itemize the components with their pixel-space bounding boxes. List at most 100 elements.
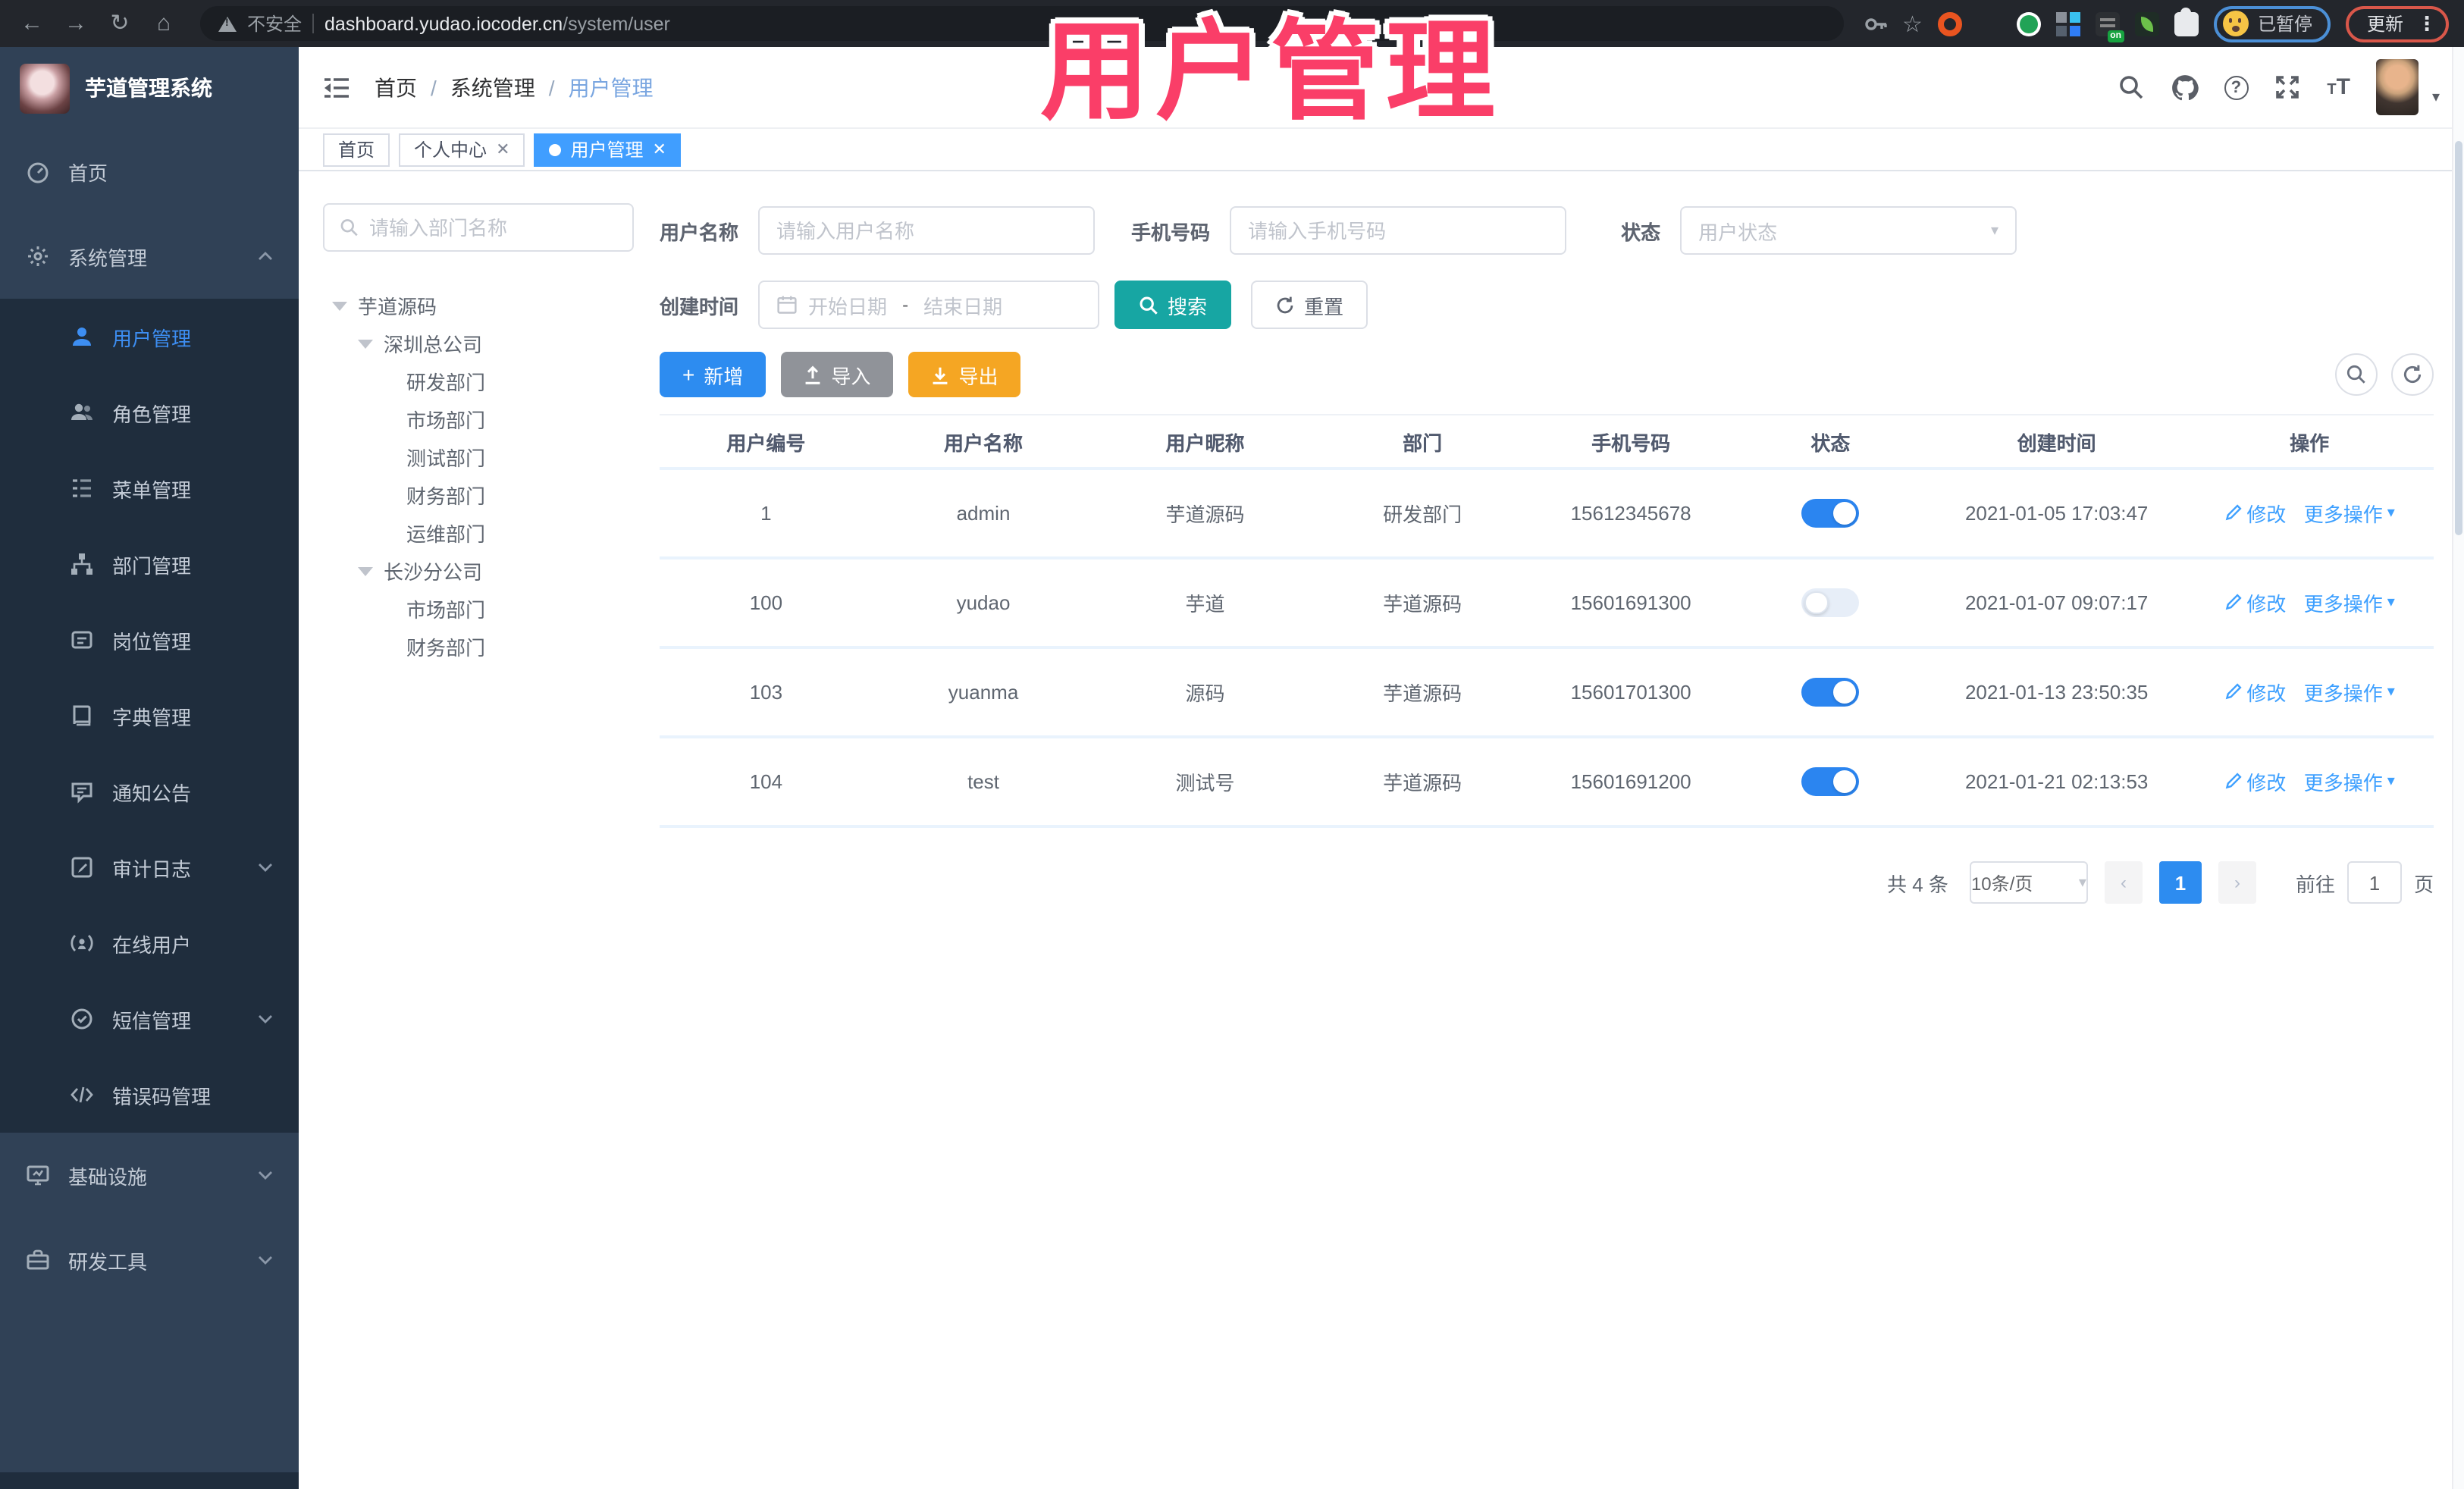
tree-node[interactable]: 财务部门 <box>323 476 634 514</box>
extension-icon-grid[interactable] <box>2055 11 2080 36</box>
sidebar-item-post-mgmt[interactable]: 岗位管理 <box>0 602 299 678</box>
status-toggle[interactable] <box>1801 678 1860 707</box>
sidebar-item-audit-log[interactable]: 审计日志 <box>0 829 299 905</box>
status-toggle[interactable] <box>1801 767 1860 796</box>
chrome-update-button[interactable]: 更新 ⋮ <box>2345 5 2449 42</box>
extension-icon-green[interactable] <box>2016 11 2041 36</box>
dept-search-box[interactable] <box>323 203 634 252</box>
more-actions-link[interactable]: 更多操作 ▾ <box>2304 589 2395 618</box>
page-scrollbar[interactable] <box>2452 47 2464 1489</box>
online-user-icon <box>70 931 94 955</box>
tree-caret-icon[interactable] <box>358 566 373 575</box>
tree-node[interactable]: 测试部门 <box>323 438 634 476</box>
username-input[interactable] <box>776 219 1077 242</box>
tab-home[interactable]: 首页 <box>323 133 390 166</box>
import-button[interactable]: 导入 <box>781 352 894 397</box>
reload-icon[interactable]: ↻ <box>103 12 136 35</box>
help-icon[interactable]: ? <box>2224 75 2249 99</box>
tree-node[interactable]: 深圳总公司 <box>323 324 634 362</box>
sidebar-item-role-mgmt[interactable]: 角色管理 <box>0 375 299 450</box>
sidebar-item-user-mgmt[interactable]: 用户管理 <box>0 299 299 375</box>
sidebar-item-home[interactable]: 首页 <box>0 129 299 214</box>
tree-caret-icon[interactable] <box>332 301 347 310</box>
sidebar-item-dict-mgmt[interactable]: 字典管理 <box>0 678 299 754</box>
paused-profile-chip[interactable]: 已暂停 <box>2213 5 2331 42</box>
goto-page-input[interactable] <box>2346 861 2402 904</box>
edit-link[interactable]: 修改 <box>2224 499 2286 528</box>
refresh-table-button[interactable] <box>2391 353 2434 396</box>
home-icon[interactable]: ⌂ <box>147 12 180 35</box>
bookmark-star-icon[interactable]: ☆ <box>1902 10 1923 37</box>
add-button[interactable]: + 新增 <box>660 352 766 397</box>
password-key-icon[interactable] <box>1863 11 1887 36</box>
tree-node[interactable]: 研发部门 <box>323 362 634 400</box>
edit-link[interactable]: 修改 <box>2224 678 2286 707</box>
tree-node[interactable]: 芋道源码 <box>323 287 634 324</box>
forward-icon[interactable]: → <box>59 12 92 35</box>
edit-link[interactable]: 修改 <box>2224 588 2286 617</box>
browser-menu-icon[interactable]: ⋮ <box>2417 11 2437 36</box>
sidebar-item-infrastructure[interactable]: 基础设施 <box>0 1133 299 1218</box>
breadcrumb-system[interactable]: 系统管理 <box>450 72 535 102</box>
more-actions-link[interactable]: 更多操作 ▾ <box>2304 500 2395 528</box>
breadcrumb-home[interactable]: 首页 <box>375 72 417 102</box>
export-button[interactable]: 导出 <box>908 352 1021 397</box>
tree-node[interactable]: 运维部门 <box>323 514 634 552</box>
user-table: 用户编号 用户名称 用户昵称 部门 手机号码 状态 创建时间 操作 1 admi… <box>660 414 2434 828</box>
sidebar-item-error-code[interactable]: 错误码管理 <box>0 1057 299 1133</box>
sidebar-item-online-users[interactable]: 在线用户 <box>0 905 299 981</box>
extension-icon-orange[interactable] <box>1937 11 1962 36</box>
more-actions-link[interactable]: 更多操作 ▾ <box>2304 768 2395 797</box>
tree-node[interactable]: 市场部门 <box>323 590 634 628</box>
app-logo-row[interactable]: 芋道管理系统 <box>0 47 299 129</box>
user-avatar[interactable] <box>2375 59 2419 115</box>
dept-search-input[interactable] <box>369 216 617 239</box>
next-page-button[interactable]: › <box>2218 861 2256 904</box>
end-date-placeholder[interactable]: 结束日期 <box>923 290 1002 319</box>
mobile-input[interactable] <box>1248 219 1549 242</box>
sidebar-fold-icon[interactable] <box>323 75 350 99</box>
sidebar-item-notice[interactable]: 通知公告 <box>0 754 299 829</box>
more-actions-link[interactable]: 更多操作 ▾ <box>2304 679 2395 707</box>
avatar-dropdown-caret-icon[interactable]: ▾ <box>2432 89 2440 106</box>
sidebar-item-dept-mgmt[interactable]: 部门管理 <box>0 526 299 602</box>
tab-profile[interactable]: 个人中心 ✕ <box>399 133 525 166</box>
scrollbar-thumb[interactable] <box>2455 141 2462 535</box>
sidebar-item-dev-tools[interactable]: 研发工具 <box>0 1218 299 1302</box>
start-date-placeholder[interactable]: 开始日期 <box>808 290 887 319</box>
status-toggle[interactable] <box>1801 499 1860 528</box>
search-icon[interactable] <box>2118 74 2145 101</box>
chevron-down-icon: ▾ <box>1991 222 1999 239</box>
github-icon[interactable] <box>2171 74 2199 101</box>
sidebar-item-menu-mgmt[interactable]: 菜单管理 <box>0 450 299 526</box>
font-size-icon[interactable]: TT <box>2327 74 2350 100</box>
back-icon[interactable]: ← <box>15 12 49 35</box>
reset-button[interactable]: 重置 <box>1251 281 1368 329</box>
fullscreen-icon[interactable] <box>2274 74 2301 101</box>
sidebar-item-sms-mgmt[interactable]: 短信管理 <box>0 981 299 1057</box>
status-toggle[interactable] <box>1801 588 1860 617</box>
extension-icon-blue-gem[interactable] <box>1977 11 2002 36</box>
address-bar[interactable]: 不安全 dashboard.yudao.iocoder.cn/system/us… <box>200 6 1844 41</box>
table-row: 103 yuanma 源码 芋道源码 15601701300 2021-01-1… <box>660 649 2434 738</box>
edit-link[interactable]: 修改 <box>2224 767 2286 796</box>
close-icon[interactable]: ✕ <box>653 139 666 159</box>
tree-node[interactable]: 财务部门 <box>323 628 634 666</box>
sidebar-item-system[interactable]: 系统管理 <box>0 214 299 299</box>
search-button[interactable]: 搜索 <box>1114 281 1232 329</box>
status-select[interactable]: 用户状态 ▾ <box>1680 206 2017 255</box>
close-icon[interactable]: ✕ <box>496 139 509 159</box>
prev-page-button[interactable]: ‹ <box>2104 861 2143 904</box>
tree-caret-icon[interactable] <box>358 339 373 348</box>
date-range-picker[interactable]: 开始日期 - 结束日期 <box>758 281 1100 329</box>
tab-user-mgmt[interactable]: 用户管理 ✕ <box>534 133 682 166</box>
page-number-1[interactable]: 1 <box>2158 861 2202 904</box>
extension-icon-dark-on[interactable]: on <box>2095 11 2124 42</box>
tree-node[interactable]: 市场部门 <box>323 400 634 438</box>
extensions-puzzle-icon[interactable] <box>2174 7 2199 36</box>
tree-node[interactable]: 长沙分公司 <box>323 552 634 590</box>
extension-icon-leaf[interactable] <box>2134 11 2159 36</box>
page-size-select[interactable]: 10条/页 ▾ <box>1969 861 2088 904</box>
dictionary-icon <box>70 704 94 728</box>
show-search-toggle-button[interactable] <box>2335 353 2378 396</box>
